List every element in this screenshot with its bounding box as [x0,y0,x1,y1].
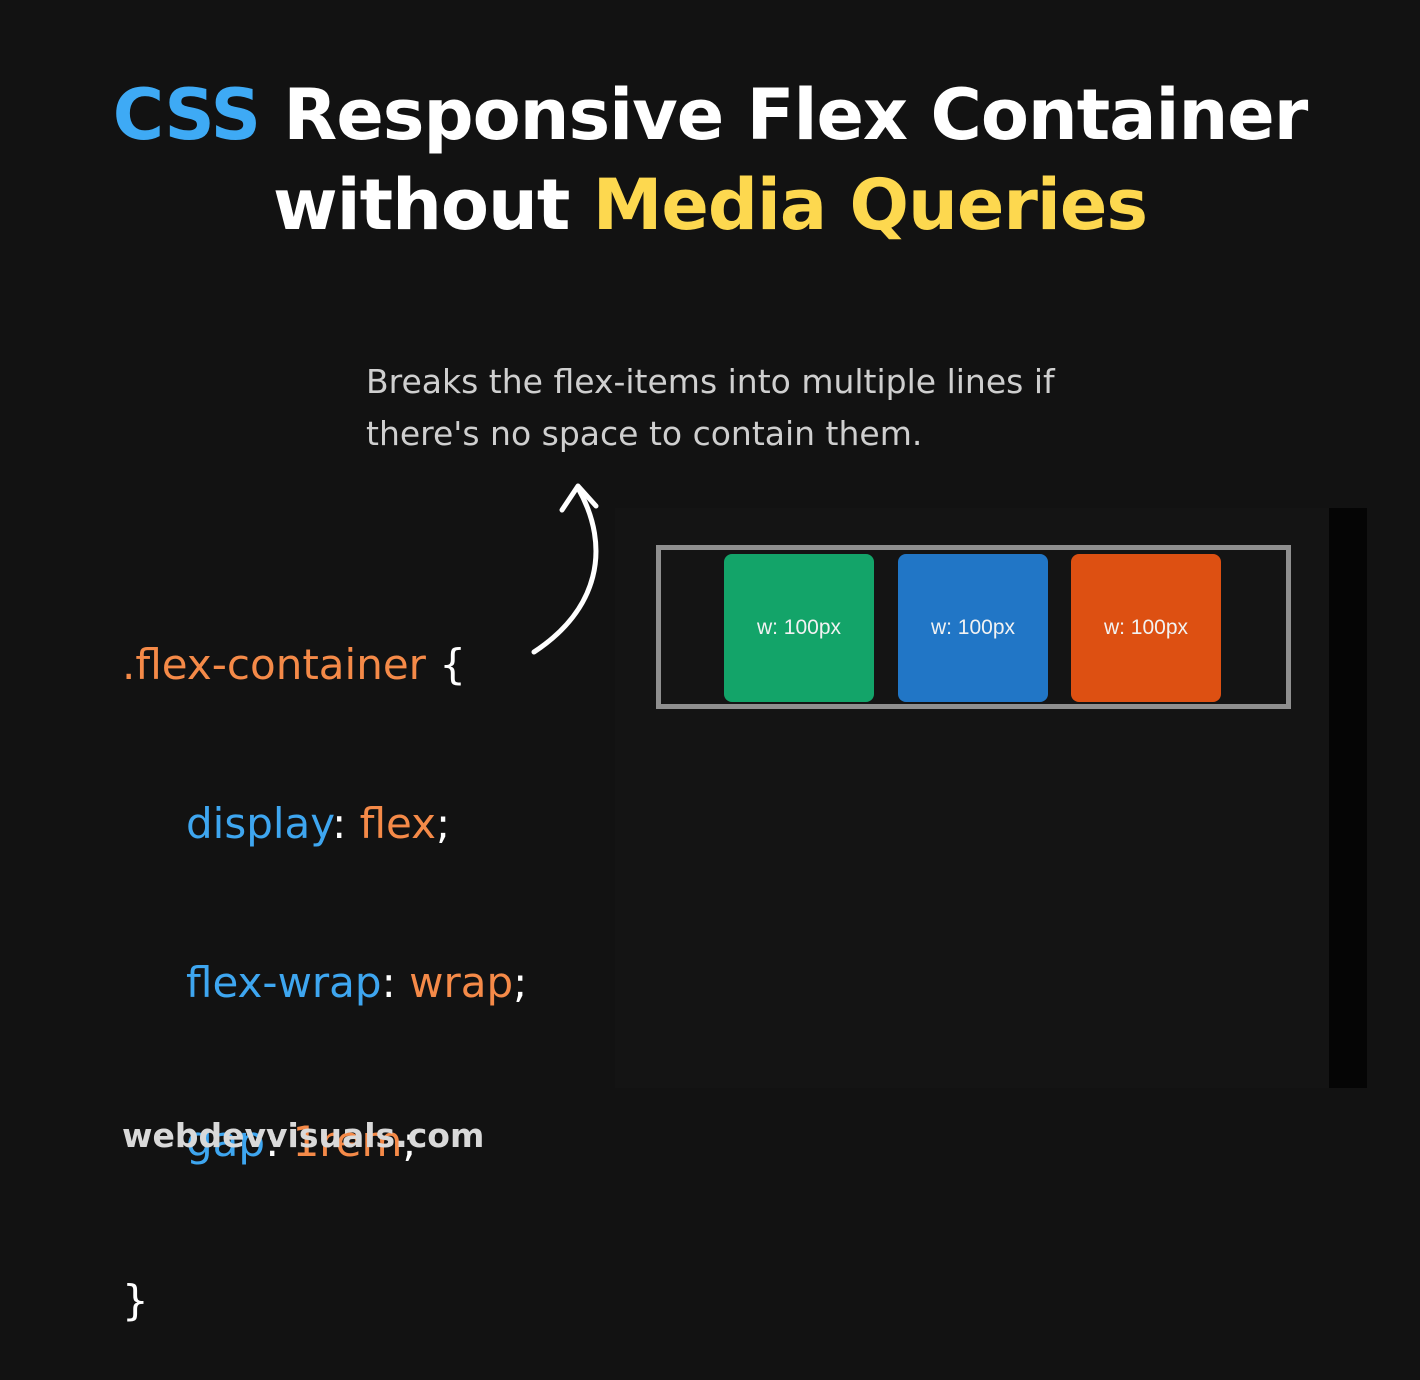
code-line-rule: flex-wrap: wrap; [186,958,528,1007]
title-highlight-css: CSS [112,74,261,156]
code-selector: .flex-container [122,640,426,689]
title-text: without [272,164,593,246]
description-line-1: Breaks the flex-items into multiple line… [366,362,1055,401]
code-line-rule: display: flex; [186,799,451,848]
title-text: Responsive Flex Container [260,74,1308,156]
curved-arrow-icon [531,483,599,655]
demo-resize-edge [1329,508,1367,1088]
site-url: webdevvisuals.com [122,1116,485,1155]
description-line-2: there's no space to contain them. [366,414,923,453]
description: Breaks the flex-items into multiple line… [366,356,1126,460]
code-value: wrap [409,958,514,1007]
code-block: .flex-container { display: flex; flex-wr… [122,532,527,1380]
demo-preview: w: 100px w: 100px w: 100px [615,508,1329,1088]
code-property: display [186,799,333,848]
page-title: CSS Responsive Flex Container without Me… [0,70,1420,250]
title-line-1: CSS Responsive Flex Container [0,70,1420,160]
flex-item-orange: w: 100px [1071,554,1221,702]
code-close-brace: } [122,1276,149,1325]
code-property: flex-wrap [186,958,382,1007]
flex-item-green: w: 100px [724,554,874,702]
flex-item-blue: w: 100px [898,554,1048,702]
code-open-brace: { [425,640,467,689]
title-highlight-media-queries: Media Queries [592,164,1148,246]
title-line-2: without Media Queries [0,160,1420,250]
flex-container-outline: w: 100px w: 100px w: 100px [656,545,1291,709]
code-line-selector: .flex-container { [122,638,527,691]
code-value: flex [359,799,437,848]
